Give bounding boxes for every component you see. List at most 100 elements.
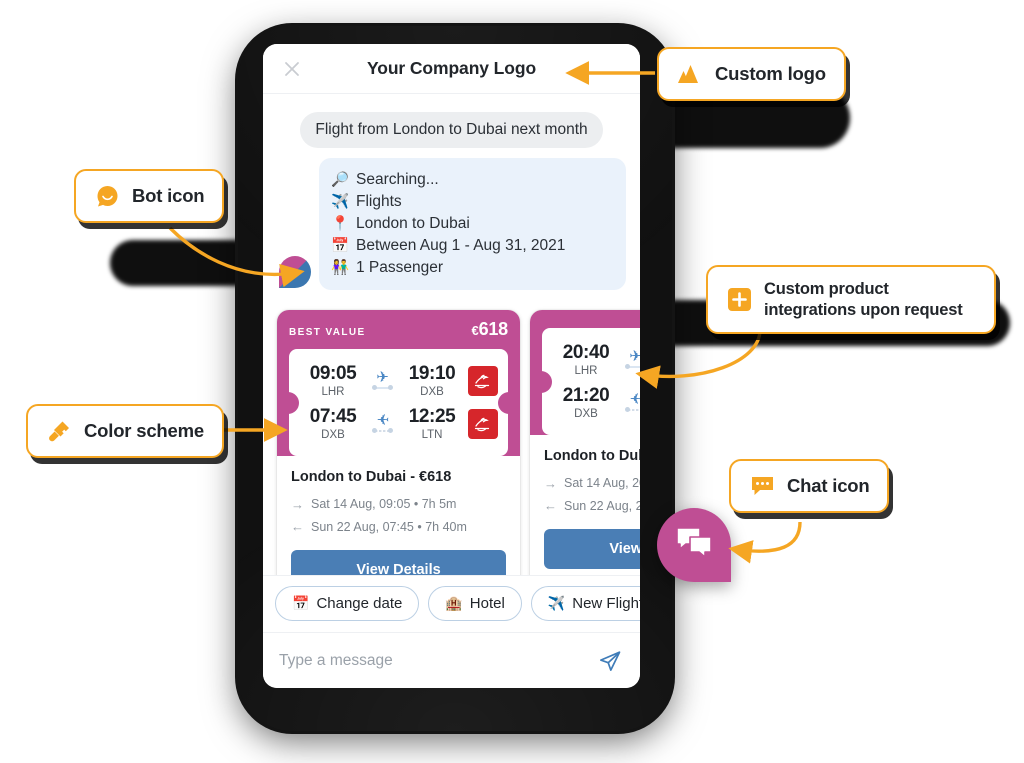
bot-line: 🔎 Searching...: [331, 169, 612, 191]
flight-card-header: BEST VALUE €618 09:05 LHR ✈ 19:10 DXB 07…: [277, 310, 520, 456]
flight-leg-return: 21:20 DXB ✈: [552, 381, 640, 424]
send-icon[interactable]: [598, 649, 622, 673]
itinerary-text: Sun 22 Aug, 21:20 • 7h 40m: [564, 498, 640, 513]
callout-label: Color scheme: [84, 420, 204, 441]
message-composer: [263, 632, 640, 688]
callout-label: Custom logo: [715, 63, 826, 84]
chat-header: Your Company Logo: [263, 44, 640, 94]
quick-reply-change-date[interactable]: 📅 Change date: [275, 586, 420, 621]
depart-airport-code: DXB: [574, 408, 598, 420]
leg-path: ✈: [622, 343, 640, 377]
callout-color-scheme: Color scheme: [26, 404, 224, 458]
location-pin-icon: 📍: [331, 215, 350, 232]
bot-avatar: [279, 256, 311, 288]
airplane-icon: ✈: [376, 411, 389, 429]
airplane-icon: ✈️: [547, 595, 566, 611]
chat-dots-icon: [749, 473, 775, 499]
callout-custom-product-integrations: Custom product integrations upon request: [706, 265, 996, 335]
arrow-right-icon: →: [544, 476, 557, 491]
depart-time: 20:40: [562, 342, 610, 363]
itinerary-text: Sat 14 Aug, 20:40 • 7h 5m: [564, 476, 640, 491]
airline-logo-icon: [468, 408, 498, 439]
status-badge: BEST VALUE: [289, 327, 366, 338]
itinerary-return: ← Sun 22 Aug, 21:20 • 7h 40m: [544, 495, 640, 517]
airplane-icon: ✈: [376, 368, 389, 386]
flight-cards-carousel[interactable]: BEST VALUE €618 09:05 LHR ✈ 19:10 DXB 07…: [263, 296, 640, 575]
user-message-bubble: Flight from London to Dubai next month: [300, 112, 603, 148]
illustration-stage: Your Company Logo Flight from London to …: [0, 0, 1024, 763]
hotel-icon: 🏨: [445, 595, 463, 611]
view-details-button[interactable]: View Details: [544, 529, 640, 570]
quick-reply-label: New Flight: [572, 595, 640, 612]
passengers-icon: 👫: [331, 259, 350, 276]
speech-bubble-icon: [94, 183, 120, 209]
user-message-row: Flight from London to Dubai next month: [263, 108, 640, 158]
bot-line-text: Searching...: [356, 171, 439, 188]
quick-reply-bar: 📅 Change date 🏨 Hotel ✈️ New Flight: [263, 575, 640, 632]
bot-message-bubble: 🔎 Searching... ✈️ Flights 📍 London to Du…: [319, 158, 626, 290]
arrive-airport-code: DXB: [420, 386, 444, 398]
chat-widget: Your Company Logo Flight from London to …: [263, 44, 640, 688]
depart-airport-code: LHR: [574, 365, 598, 377]
arrive-airport-code: LTN: [421, 429, 443, 441]
leg-path: ✈: [369, 407, 396, 441]
callout-label: Chat icon: [787, 475, 870, 496]
leg-depart: 07:45 DXB: [301, 406, 365, 441]
flight-leg-outbound: 09:05 LHR ✈ 19:10 DXB: [299, 359, 500, 402]
depart-time: 07:45: [309, 406, 357, 427]
depart-airport-code: DXB: [321, 429, 345, 441]
depart-time: 09:05: [309, 363, 357, 384]
leg-arrive: 12:25 LTN: [400, 406, 464, 441]
bot-line-text: Between Aug 1 - Aug 31, 2021: [356, 237, 566, 254]
quick-reply-hotel[interactable]: 🏨 Hotel: [428, 586, 522, 621]
depart-time: 21:20: [562, 385, 610, 406]
arrow-right-icon: →: [291, 497, 304, 512]
leg-path: ✈: [622, 386, 640, 420]
leg-path: ✈: [369, 364, 396, 398]
callout-custom-logo: Custom logo: [657, 47, 846, 101]
calendar-icon: 📅: [292, 595, 310, 611]
plus-square-icon: [726, 287, 752, 313]
ticket-stub: 09:05 LHR ✈ 19:10 DXB 07:45 DXB ✈ 12:25 …: [289, 349, 508, 456]
itinerary-outbound: → Sat 14 Aug, 09:05 • 7h 5m: [291, 494, 506, 516]
bot-line: 📍 London to Dubai: [331, 213, 612, 235]
flight-card-body: London to Dubai → Sat 14 Aug, 20:40 • 7h…: [530, 435, 640, 575]
itinerary-text: Sun 22 Aug, 07:45 • 7h 40m: [311, 519, 467, 534]
flight-card[interactable]: 20:40 LHR ✈ 21:20 DXB London to Du → Sat…: [530, 310, 640, 575]
ticket-stub: 20:40 LHR ✈ 21:20 DXB: [542, 328, 640, 435]
flight-card[interactable]: BEST VALUE €618 09:05 LHR ✈ 19:10 DXB 07…: [277, 310, 520, 575]
itinerary-return: ← Sun 22 Aug, 07:45 • 7h 40m: [291, 516, 506, 538]
bot-message-row: 🔎 Searching... ✈️ Flights 📍 London to Du…: [263, 158, 640, 290]
bot-line-text: 1 Passenger: [356, 259, 444, 276]
quick-reply-label: Change date: [316, 595, 403, 612]
arrive-time: 19:10: [408, 363, 456, 384]
mountain-logo-icon: [677, 61, 703, 87]
leg-arrive: 19:10 DXB: [400, 363, 464, 398]
chat-fab-button[interactable]: [657, 508, 731, 582]
paint-roller-icon: [46, 418, 72, 444]
arrow-left-icon: ←: [544, 498, 557, 514]
callout-label: Bot icon: [132, 185, 205, 206]
bot-line: ✈️ Flights: [331, 191, 612, 213]
price-value: 618: [478, 319, 509, 339]
bot-line: 👫 1 Passenger: [331, 257, 612, 279]
leg-depart: 21:20 DXB: [554, 385, 618, 420]
bot-line: 📅 Between Aug 1 - Aug 31, 2021: [331, 235, 612, 257]
bot-line-text: Flights: [356, 193, 402, 210]
route-title: London to Dubai: [544, 448, 640, 464]
view-details-button[interactable]: View Details: [291, 550, 506, 575]
currency-symbol: €: [471, 323, 479, 338]
leg-depart: 09:05 LHR: [301, 363, 365, 398]
close-icon[interactable]: [279, 56, 305, 82]
calendar-icon: 📅: [331, 237, 350, 254]
flight-leg-outbound: 20:40 LHR ✈: [552, 338, 640, 381]
leg-depart: 20:40 LHR: [554, 342, 618, 377]
message-input[interactable]: [279, 651, 588, 670]
bot-line-text: London to Dubai: [356, 215, 470, 232]
search-icon: 🔎: [331, 171, 350, 188]
arrive-time: 12:25: [408, 406, 456, 427]
chat-bubbles-icon: [674, 525, 714, 566]
flight-card-body: London to Dubai - €618 → Sat 14 Aug, 09:…: [277, 456, 520, 575]
route-title: London to Dubai - €618: [291, 469, 452, 485]
quick-reply-new-flight[interactable]: ✈️ New Flight: [530, 586, 640, 621]
